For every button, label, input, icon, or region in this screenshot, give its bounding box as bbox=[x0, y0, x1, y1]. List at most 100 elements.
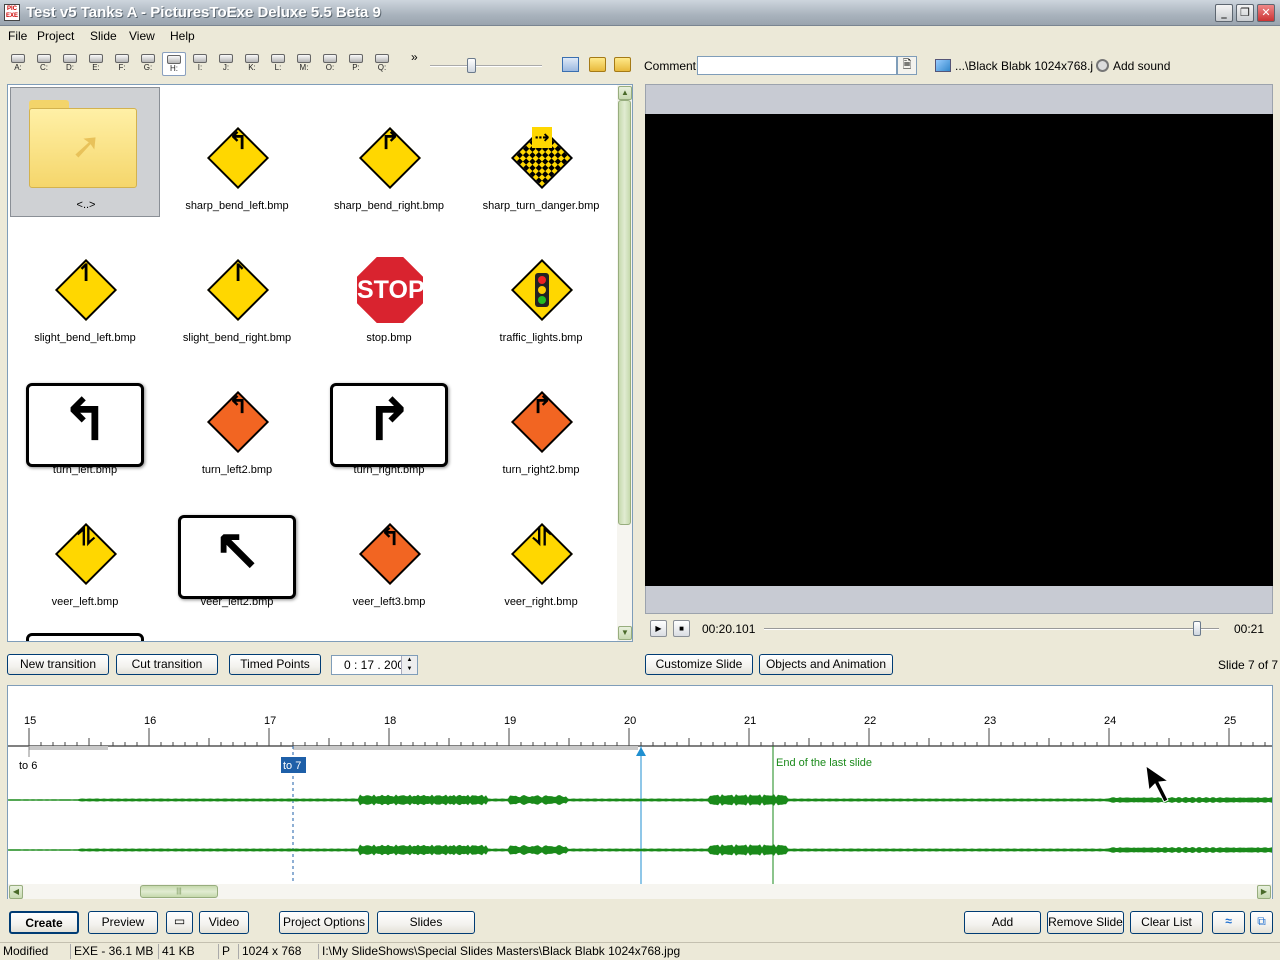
file-name: stop.bmp bbox=[366, 332, 412, 344]
sound-icon[interactable] bbox=[1096, 59, 1109, 72]
open-folder-icon[interactable] bbox=[589, 57, 606, 72]
drive-button-o[interactable]: O: bbox=[318, 52, 342, 76]
file-thumbnail[interactable]: ↾ slight_bend_right.bmp bbox=[162, 219, 312, 349]
slide-marker-selected[interactable]: to 7 bbox=[283, 760, 301, 772]
drive-button-d[interactable]: D: bbox=[58, 52, 82, 76]
refresh-icon[interactable] bbox=[562, 57, 579, 72]
file-thumbnail-partial[interactable] bbox=[26, 633, 144, 641]
close-button[interactable]: ✕ bbox=[1257, 4, 1275, 22]
menu-project[interactable]: Project bbox=[31, 26, 80, 46]
file-name: veer_left3.bmp bbox=[352, 596, 426, 608]
customize-slide-button[interactable]: Customize Slide bbox=[645, 654, 753, 675]
drive-button-c[interactable]: C: bbox=[32, 52, 56, 76]
status-path: I:\My SlideShows\Special Slides Masters\… bbox=[318, 944, 683, 959]
cut-transition-button[interactable]: Cut transition bbox=[116, 654, 218, 675]
file-browser[interactable]: ➚ <..> ↰ sharp_bend_left.bmp ↱ sharp_bend_rig… bbox=[7, 84, 633, 642]
scroll-up-icon[interactable]: ▲ bbox=[618, 86, 632, 100]
comment-label: Comment bbox=[644, 59, 697, 73]
timeline[interactable]: 15 16 17 18 19 20 21 22 23 24 25 to 6 to 7 End of the… bbox=[7, 685, 1273, 899]
add-button[interactable]: Add bbox=[964, 911, 1041, 934]
background-image-icon[interactable] bbox=[935, 59, 951, 72]
slide-duration-bar bbox=[29, 746, 108, 750]
timeline-scroll-thumb[interactable]: ||| bbox=[140, 885, 218, 898]
comment-edit-icon[interactable]: 🗎 bbox=[897, 56, 917, 75]
stop-icon[interactable]: ■ bbox=[673, 620, 690, 637]
drive-button-m[interactable]: M: bbox=[292, 52, 316, 76]
file-thumbnail[interactable]: ↱ turn_right.bmp bbox=[314, 351, 464, 481]
file-thumbnail[interactable]: ↖ veer_left2.bmp bbox=[162, 483, 312, 613]
menu-help[interactable]: Help bbox=[164, 26, 201, 46]
tick-label: 18 bbox=[384, 715, 396, 727]
browser-scroll-thumb[interactable] bbox=[618, 100, 631, 525]
title-bar[interactable]: PIC EXE Test v5 Tanks A - PicturesToExe … bbox=[0, 0, 1280, 26]
drive-button-g[interactable]: G: bbox=[136, 52, 160, 76]
thumbnail-size-slider[interactable] bbox=[430, 65, 542, 67]
file-thumbnail[interactable]: ↰ turn_left.bmp bbox=[10, 351, 160, 481]
duration-spinner[interactable]: ▲ ▼ bbox=[401, 656, 417, 674]
clear-list-button[interactable]: Clear List bbox=[1130, 911, 1203, 934]
menu-view[interactable]: View bbox=[123, 26, 161, 46]
playback-slider-handle[interactable] bbox=[1193, 621, 1201, 636]
file-thumbnail[interactable]: ↱ turn_right2.bmp bbox=[466, 351, 616, 481]
file-thumbnail[interactable]: ⥯ veer_right.bmp bbox=[466, 483, 616, 613]
road-sign-icon: ↰ bbox=[357, 521, 423, 587]
tick-label: 15 bbox=[24, 715, 36, 727]
minimize-button[interactable]: _ bbox=[1215, 4, 1233, 22]
tick-label: 25 bbox=[1224, 715, 1236, 727]
drive-icon bbox=[89, 54, 103, 63]
scroll-right-icon[interactable]: ▶ bbox=[1257, 885, 1271, 899]
video-button[interactable]: Video bbox=[199, 911, 249, 934]
scroll-left-icon[interactable]: ◀ bbox=[9, 885, 23, 899]
file-thumbnail[interactable]: ⇢ sharp_turn_danger.bmp bbox=[466, 87, 616, 217]
drive-button-i[interactable]: I: bbox=[188, 52, 212, 76]
maximize-button[interactable]: ❐ bbox=[1236, 4, 1254, 22]
drive-button-e[interactable]: E: bbox=[84, 52, 108, 76]
drive-button-p[interactable]: P: bbox=[344, 52, 368, 76]
create-button[interactable]: Create bbox=[9, 911, 79, 934]
file-thumbnail[interactable]: ↰ sharp_bend_left.bmp bbox=[162, 87, 312, 217]
file-thumbnail[interactable]: ⥮ veer_left.bmp bbox=[10, 483, 160, 613]
waveform-icon[interactable]: ≈ bbox=[1212, 911, 1245, 934]
drive-label: L: bbox=[274, 63, 282, 72]
add-sound-button[interactable]: Add sound bbox=[1113, 59, 1170, 73]
file-thumbnail[interactable]: ↰ turn_left2.bmp bbox=[162, 351, 312, 481]
status-file-size: 41 KB bbox=[158, 944, 198, 959]
playback-slider[interactable] bbox=[764, 628, 1219, 630]
file-thumbnail[interactable]: ↱ sharp_bend_right.bmp bbox=[314, 87, 464, 217]
more-drives-button[interactable]: » bbox=[411, 50, 418, 64]
drive-button-f[interactable]: F: bbox=[110, 52, 134, 76]
fullscreen-preview-icon[interactable]: ▭ bbox=[166, 911, 193, 934]
preview-button[interactable]: Preview bbox=[88, 911, 158, 934]
comment-input[interactable] bbox=[697, 56, 897, 75]
file-thumbnail[interactable]: ↿ slight_bend_left.bmp bbox=[10, 219, 160, 349]
timeline-canvas[interactable]: 15 16 17 18 19 20 21 22 23 24 25 to 6 to 7 End of the… bbox=[8, 686, 1273, 899]
sign-glyph: ⇢ bbox=[532, 127, 552, 148]
project-options-button[interactable]: Project Options bbox=[279, 911, 369, 934]
thumbnail-size-slider-handle[interactable] bbox=[467, 58, 476, 73]
menu-file[interactable]: File bbox=[2, 26, 33, 46]
folder-up-icon[interactable] bbox=[614, 57, 631, 72]
drive-button-h[interactable]: H: bbox=[162, 52, 186, 76]
objects-animation-button[interactable]: Objects and Animation bbox=[759, 654, 893, 675]
timed-points-button[interactable]: Timed Points bbox=[229, 654, 321, 675]
window-mode-icon[interactable]: ⧉ bbox=[1250, 911, 1273, 934]
new-transition-button[interactable]: New transition bbox=[7, 654, 109, 675]
drive-button-k[interactable]: K: bbox=[240, 52, 264, 76]
menu-slide[interactable]: Slide bbox=[84, 26, 123, 46]
file-thumbnail[interactable]: traffic_lights.bmp bbox=[466, 219, 616, 349]
remove-slide-button[interactable]: Remove Slide bbox=[1047, 911, 1124, 934]
background-image-label[interactable]: ...\Black Blabk 1024x768.j bbox=[955, 59, 1093, 73]
parent-folder-item[interactable]: ➚ <..> bbox=[10, 87, 160, 217]
drive-button-l[interactable]: L: bbox=[266, 52, 290, 76]
slides-button[interactable]: Slides bbox=[377, 911, 475, 934]
road-sign-icon: ↱ bbox=[357, 125, 423, 191]
file-thumbnail[interactable]: ↰ veer_left3.bmp bbox=[314, 483, 464, 613]
drive-button-q[interactable]: Q: bbox=[370, 52, 394, 76]
sign-glyph: ⥮ bbox=[77, 523, 95, 551]
slide-marker[interactable]: to 6 bbox=[19, 760, 37, 772]
drive-button-a[interactable]: A: bbox=[6, 52, 30, 76]
play-icon[interactable]: ▶ bbox=[650, 620, 667, 637]
drive-button-j[interactable]: J: bbox=[214, 52, 238, 76]
scroll-down-icon[interactable]: ▼ bbox=[618, 626, 632, 640]
file-thumbnail[interactable]: STOP stop.bmp bbox=[314, 219, 464, 349]
